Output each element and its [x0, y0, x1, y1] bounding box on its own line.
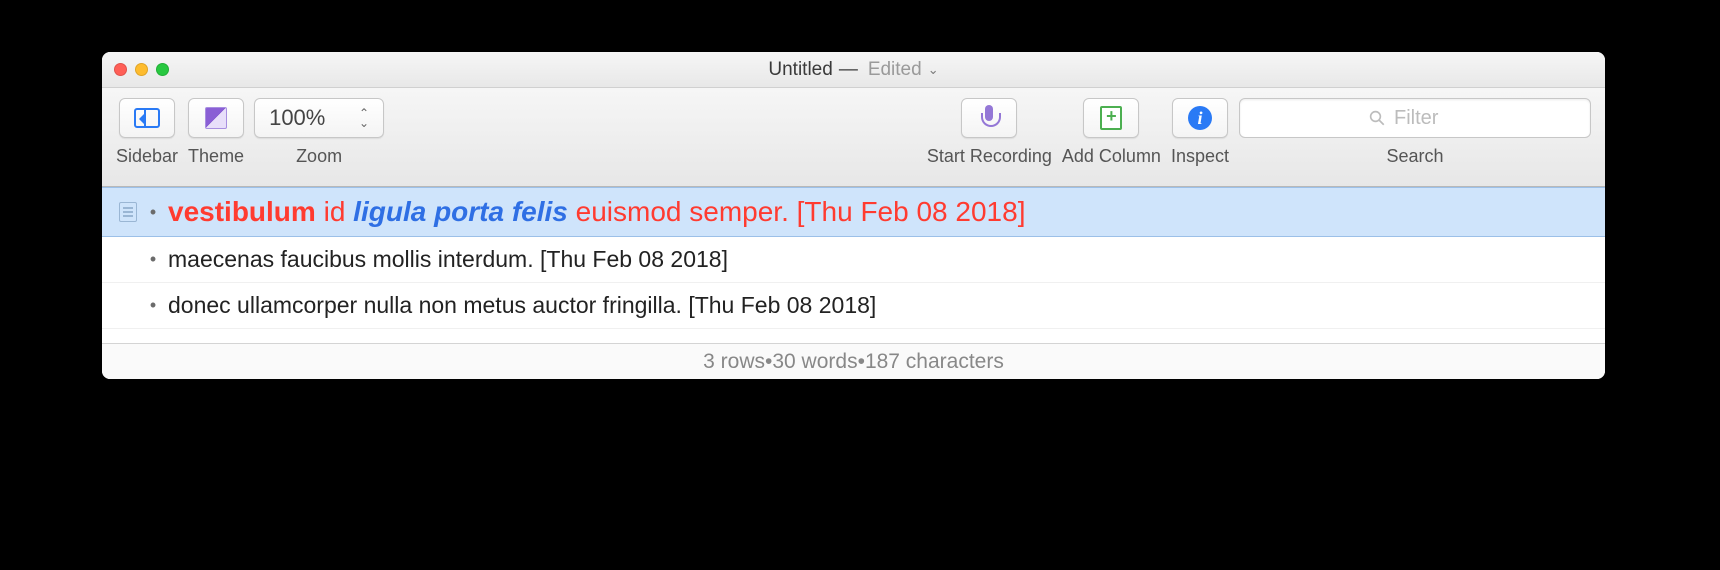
start-recording-label: Start Recording [927, 146, 1052, 167]
text-span: ligula porta felis [353, 196, 568, 227]
add-column-button[interactable] [1083, 98, 1139, 138]
status-sep2: • [858, 350, 865, 374]
sidebar-toggle-button[interactable] [119, 98, 175, 138]
toolbar: Sidebar Theme 100% ⌃⌄ Zoom Start Recordi… [102, 88, 1605, 187]
add-column-label: Add Column [1062, 146, 1161, 167]
stepper-arrows-icon: ⌃⌄ [359, 108, 369, 128]
outline-row[interactable]: •maecenas faucibus mollis interdum. [Thu… [102, 237, 1605, 283]
info-icon: i [1188, 106, 1212, 130]
bullet-icon: • [142, 294, 164, 317]
chevron-down-icon[interactable]: ⌄ [928, 62, 939, 78]
zoom-label: Zoom [296, 146, 342, 167]
add-column-icon [1100, 106, 1122, 130]
outline-row[interactable]: •vestibulum id ligula porta felis euismo… [102, 187, 1605, 237]
title-separator: — [839, 59, 858, 81]
search-icon [1368, 109, 1386, 127]
zoom-stepper[interactable]: 100% ⌃⌄ [254, 98, 384, 138]
inspect-group: i Inspect [1171, 98, 1229, 167]
status-words: 30 words [772, 350, 857, 374]
theme-icon [205, 107, 227, 129]
document-title: Untitled [768, 59, 832, 81]
row-text[interactable]: vestibulum id ligula porta felis euismod… [168, 194, 1585, 230]
start-recording-button[interactable] [961, 98, 1017, 138]
text-span: id [316, 196, 353, 227]
bullet-icon: • [142, 248, 164, 271]
app-window: Untitled — Edited ⌄ Sidebar Theme 100% ⌃… [102, 52, 1605, 379]
theme-group: Theme [188, 98, 244, 167]
status-rows: 3 rows [703, 350, 765, 374]
zoom-group: 100% ⌃⌄ Zoom [254, 98, 384, 167]
status-characters: 187 characters [865, 350, 1004, 374]
theme-button[interactable] [188, 98, 244, 138]
text-span: maecenas faucibus mollis interdum. [Thu … [168, 246, 728, 272]
sidebar-label: Sidebar [116, 146, 178, 167]
outline-row[interactable]: •donec ullamcorper nulla non metus aucto… [102, 283, 1605, 329]
bullet-icon: • [142, 201, 164, 224]
sidebar-icon [134, 108, 160, 128]
add-column-group: Add Column [1062, 98, 1161, 167]
status-sep1: • [765, 350, 772, 374]
zoom-value: 100% [269, 105, 325, 131]
microphone-icon [978, 105, 1000, 131]
search-label: Search [1386, 146, 1443, 167]
search-input[interactable] [1392, 106, 1462, 131]
zoom-window-button[interactable] [156, 63, 169, 76]
row-text[interactable]: donec ullamcorper nulla non metus auctor… [168, 291, 1585, 321]
sidebar-group: Sidebar [116, 98, 178, 167]
titlebar[interactable]: Untitled — Edited ⌄ [102, 52, 1605, 88]
search-field[interactable] [1239, 98, 1591, 138]
theme-label: Theme [188, 146, 244, 167]
inspect-button[interactable]: i [1172, 98, 1228, 138]
minimize-window-button[interactable] [135, 63, 148, 76]
window-title[interactable]: Untitled — Edited ⌄ [102, 59, 1605, 81]
search-group: Search [1239, 98, 1591, 167]
start-recording-group: Start Recording [927, 98, 1052, 167]
row-handle-icon[interactable] [114, 202, 142, 222]
text-span: donec ullamcorper nulla non metus auctor… [168, 292, 876, 318]
status-bar: 3 rows • 30 words • 187 characters [102, 343, 1605, 379]
document-state: Edited [868, 59, 922, 81]
text-span: vestibulum [168, 196, 316, 227]
inspect-label: Inspect [1171, 146, 1229, 167]
text-span: euismod semper. [Thu Feb 08 2018] [568, 196, 1026, 227]
close-window-button[interactable] [114, 63, 127, 76]
traffic-lights [114, 63, 169, 76]
note-icon [119, 202, 137, 222]
outline-content[interactable]: •vestibulum id ligula porta felis euismo… [102, 187, 1605, 343]
row-text[interactable]: maecenas faucibus mollis interdum. [Thu … [168, 245, 1585, 275]
